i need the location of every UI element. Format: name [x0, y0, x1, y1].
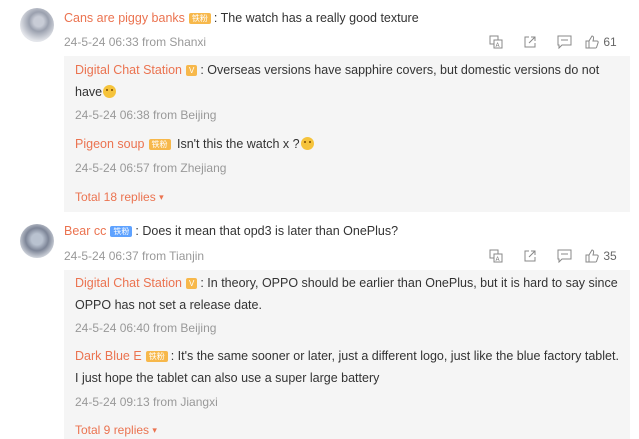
reply-box: Digital Chat Station V: Overseas versions…: [64, 56, 630, 212]
comment-item: Bear cc 铁粉: Does it mean that opd3 is lat…: [0, 214, 639, 439]
caret-down-icon: ▾: [159, 192, 164, 202]
comment-icon: [557, 249, 571, 263]
total-replies-label: Total 9 replies: [75, 423, 150, 437]
like-button[interactable]: 35: [581, 248, 621, 264]
total-replies-link[interactable]: Total 9 replies ▾: [75, 422, 157, 438]
reply-item: Digital Chat Station V: Overseas versions…: [75, 59, 620, 103]
reply-meta: 24-5-24 06:40 from Beijing: [75, 321, 217, 335]
reply-item: Digital Chat Station V: In theory, OPPO s…: [75, 272, 620, 316]
comment-button[interactable]: [547, 248, 581, 264]
reply-item: Dark Blue E 铁粉: It's the same sooner or l…: [75, 345, 620, 389]
reply-meta: 24-5-24 06:38 from Beijing: [75, 108, 217, 122]
like-count: 35: [603, 249, 617, 263]
avatar[interactable]: [20, 8, 54, 42]
translate-button[interactable]: A: [479, 34, 513, 50]
comment-text: : The watch has a really good texture: [213, 11, 419, 25]
comment-item: Cans are piggy banks 铁粉: The watch has a …: [0, 0, 639, 212]
username-link[interactable]: Digital Chat Station: [75, 63, 182, 77]
fan-badge: 铁粉: [188, 13, 211, 24]
verified-badge: V: [186, 65, 198, 76]
username-link[interactable]: Cans are piggy banks: [64, 11, 185, 25]
comment-meta: 24-5-24 06:33 from Shanxi: [64, 35, 207, 49]
comment-actions: A 35: [479, 248, 621, 264]
translate-icon: A: [489, 249, 503, 263]
reply-text: Isn't this the watch x ?: [173, 137, 300, 151]
comment-button[interactable]: [547, 34, 581, 50]
verified-badge: V: [186, 278, 198, 289]
fan-badge: 铁粉: [148, 139, 171, 150]
avatar[interactable]: [20, 224, 54, 258]
reply-meta: 24-5-24 09:13 from Jiangxi: [75, 395, 218, 409]
comment-line: Cans are piggy banks 铁粉: The watch has a …: [64, 9, 419, 27]
comment-text: : Does it mean that opd3 is later than O…: [135, 224, 399, 238]
reply-item: Pigeon soup 铁粉 Isn't this the watch x ?: [75, 133, 620, 155]
translate-icon: A: [489, 35, 503, 49]
fan-badge: 铁粉: [145, 351, 168, 362]
share-icon: [524, 250, 536, 262]
thumbs-up-icon: [585, 35, 600, 49]
total-replies-label: Total 18 replies: [75, 190, 156, 204]
translate-button[interactable]: A: [479, 248, 513, 264]
like-button[interactable]: 61: [581, 34, 621, 50]
reply-meta: 24-5-24 06:57 from Zhejiang: [75, 161, 227, 175]
reply-box: Digital Chat Station V: In theory, OPPO s…: [64, 270, 630, 439]
total-replies-link[interactable]: Total 18 replies ▾: [75, 189, 164, 205]
comment-icon: [557, 35, 571, 49]
caret-down-icon: ▾: [152, 425, 157, 435]
like-count: 61: [603, 35, 617, 49]
emoji-icon: [103, 85, 117, 98]
thumbs-up-icon: [585, 249, 600, 263]
username-link[interactable]: Bear cc: [64, 224, 106, 238]
comment-actions: A 61: [479, 34, 621, 50]
share-button[interactable]: [513, 248, 547, 264]
emoji-icon: [300, 137, 314, 150]
comment-line: Bear cc 铁粉: Does it mean that opd3 is lat…: [64, 222, 398, 240]
username-link[interactable]: Digital Chat Station: [75, 276, 182, 290]
username-link[interactable]: Dark Blue E: [75, 349, 142, 363]
username-link[interactable]: Pigeon soup: [75, 137, 145, 151]
share-button[interactable]: [513, 34, 547, 50]
comment-meta: 24-5-24 06:37 from Tianjin: [64, 249, 205, 263]
share-icon: [524, 36, 536, 48]
fan-badge: 铁粉: [110, 226, 133, 237]
